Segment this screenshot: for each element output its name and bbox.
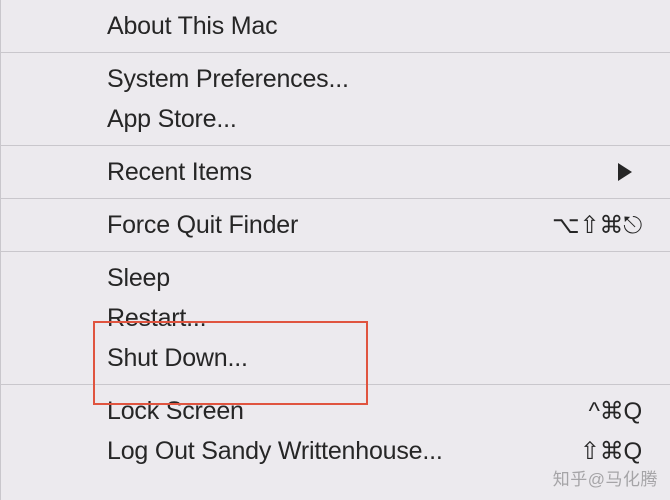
menu-item-force-quit[interactable]: Force Quit Finder ⌥⇧⌘⎋	[1, 205, 670, 245]
menu-item-label: Recent Items	[107, 158, 252, 187]
menu-item-shortcut: ⇧⌘Q	[580, 437, 642, 466]
menu-item-about[interactable]: About This Mac	[1, 6, 670, 46]
menu-item-recent-items[interactable]: Recent Items	[1, 152, 670, 192]
menu-item-label: System Preferences...	[107, 65, 349, 94]
menu-section: Force Quit Finder ⌥⇧⌘⎋	[1, 199, 670, 251]
menu-item-label: Restart...	[107, 304, 206, 333]
menu-item-app-store[interactable]: App Store...	[1, 99, 670, 139]
menu-section: Recent Items	[1, 146, 670, 198]
menu-section: Sleep Restart... Shut Down...	[1, 252, 670, 384]
menu-section: System Preferences... App Store...	[1, 53, 670, 145]
menu-section: Lock Screen ^⌘Q Log Out Sandy Writtenhou…	[1, 385, 670, 477]
menu-item-shut-down[interactable]: Shut Down...	[1, 338, 670, 378]
apple-menu: About This Mac System Preferences... App…	[0, 0, 670, 500]
menu-item-label: App Store...	[107, 105, 237, 134]
menu-item-shortcut: ⌥⇧⌘⎋	[552, 211, 642, 240]
menu-item-label: Force Quit Finder	[107, 211, 298, 240]
menu-item-label: Shut Down...	[107, 344, 248, 373]
menu-item-log-out[interactable]: Log Out Sandy Writtenhouse... ⇧⌘Q	[1, 431, 670, 471]
menu-item-label: Log Out Sandy Writtenhouse...	[107, 437, 443, 466]
menu-item-label: Lock Screen	[107, 397, 244, 426]
menu-item-sleep[interactable]: Sleep	[1, 258, 670, 298]
menu-item-shortcut: ^⌘Q	[589, 397, 642, 426]
submenu-indicator	[618, 163, 642, 181]
menu-item-label: Sleep	[107, 264, 170, 293]
menu-item-system-preferences[interactable]: System Preferences...	[1, 59, 670, 99]
chevron-right-icon	[618, 163, 632, 181]
menu-item-restart[interactable]: Restart...	[1, 298, 670, 338]
menu-item-lock-screen[interactable]: Lock Screen ^⌘Q	[1, 391, 670, 431]
menu-item-label: About This Mac	[107, 12, 277, 41]
menu-section: About This Mac	[1, 0, 670, 52]
